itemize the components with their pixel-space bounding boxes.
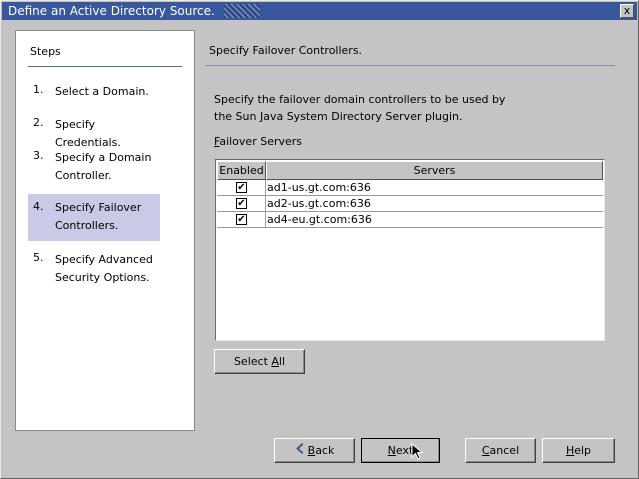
enabled-checkbox[interactable]: ✔ — [236, 182, 247, 193]
step-label: Select a Domain. — [55, 85, 149, 98]
step-specify-credentials: 2. Specify Credentials. — [28, 116, 160, 149]
close-button[interactable]: x — [620, 4, 634, 18]
mouse-pointer-icon — [411, 442, 425, 461]
help-label-rest: elp — [574, 444, 592, 457]
next-button[interactable]: Next — [361, 438, 440, 463]
next-mnemonic: N — [387, 444, 396, 457]
table-row[interactable]: ✔ ad1-us.gt.com:636 — [217, 180, 603, 196]
cancel-button[interactable]: Cancel — [465, 438, 536, 463]
window-title: Define an Active Directory Source. — [8, 4, 215, 18]
content-description: Specify the failover domain controllers … — [214, 93, 506, 123]
step-specify-failover-controllers: 4. Specify Failover Controllers. — [28, 194, 160, 241]
back-button[interactable]: Back — [274, 438, 355, 463]
content-divider — [205, 65, 615, 66]
step-number: 1. — [33, 83, 44, 96]
enabled-checkbox[interactable]: ✔ — [236, 198, 247, 209]
enabled-cell: ✔ — [217, 180, 266, 196]
step-specify-advanced-security: 5. Specify Advanced Security Options. — [28, 251, 160, 287]
select-all-mnemonic: A — [271, 355, 279, 368]
step-label: Specify Failover Controllers. — [55, 201, 142, 232]
failover-label-rest: ailover Servers — [219, 135, 303, 148]
column-header-enabled[interactable]: Enabled — [217, 161, 266, 180]
select-all-button[interactable]: Select All — [214, 349, 305, 374]
steps-panel: Steps 1. Select a Domain. 2. Specify Cre… — [15, 30, 195, 431]
cancel-mnemonic: C — [481, 444, 490, 457]
enabled-checkbox[interactable]: ✔ — [236, 214, 247, 225]
server-cell: ad2-us.gt.com:636 — [267, 197, 371, 210]
table-header: Enabled Servers — [217, 161, 603, 180]
steps-divider — [28, 66, 182, 67]
failover-servers-table[interactable]: Enabled Servers ✔ ad1-us.gt.com:636 ✔ ad… — [215, 159, 605, 341]
select-all-label-pre: Select — [233, 355, 272, 368]
checkmark-icon: ✔ — [237, 198, 246, 209]
help-button[interactable]: Help — [542, 438, 615, 463]
wizard-window: Define an Active Directory Source. x Ste… — [0, 0, 639, 479]
step-number: 3. — [33, 149, 44, 162]
step-specify-domain-controller: 3. Specify a Domain Controller. — [28, 149, 160, 185]
checkmark-icon: ✔ — [237, 214, 246, 225]
failover-servers-label: Failover Servers — [214, 135, 302, 148]
enabled-cell: ✔ — [217, 212, 266, 228]
step-label: Specify a Domain Controller. — [55, 151, 152, 182]
step-label: Specify Credentials. — [55, 118, 121, 149]
close-icon: x — [623, 4, 631, 17]
title-bar[interactable]: Define an Active Directory Source. x — [2, 2, 637, 20]
help-mnemonic: H — [565, 444, 575, 457]
server-cell: ad4-eu.gt.com:636 — [267, 213, 372, 226]
step-number: 2. — [33, 116, 44, 129]
cancel-label-rest: ancel — [489, 444, 520, 457]
content-title: Specify Failover Controllers. — [209, 44, 363, 57]
steps-header: Steps — [30, 45, 61, 58]
back-label-rest: ack — [315, 444, 335, 457]
chevron-left-icon — [295, 439, 304, 462]
step-label: Specify Advanced Security Options. — [55, 253, 153, 284]
checkmark-icon: ✔ — [237, 182, 246, 193]
step-number: 5. — [33, 251, 44, 264]
select-all-label-post: ll — [278, 355, 286, 368]
server-cell: ad1-us.gt.com:636 — [267, 181, 371, 194]
enabled-cell: ✔ — [217, 196, 266, 212]
step-select-domain: 1. Select a Domain. — [28, 83, 160, 101]
table-row[interactable]: ✔ ad4-eu.gt.com:636 — [217, 212, 603, 228]
title-grip-pattern — [224, 4, 260, 18]
table-row[interactable]: ✔ ad2-us.gt.com:636 — [217, 196, 603, 212]
column-header-servers[interactable]: Servers — [266, 161, 603, 180]
step-number: 4. — [33, 200, 44, 213]
